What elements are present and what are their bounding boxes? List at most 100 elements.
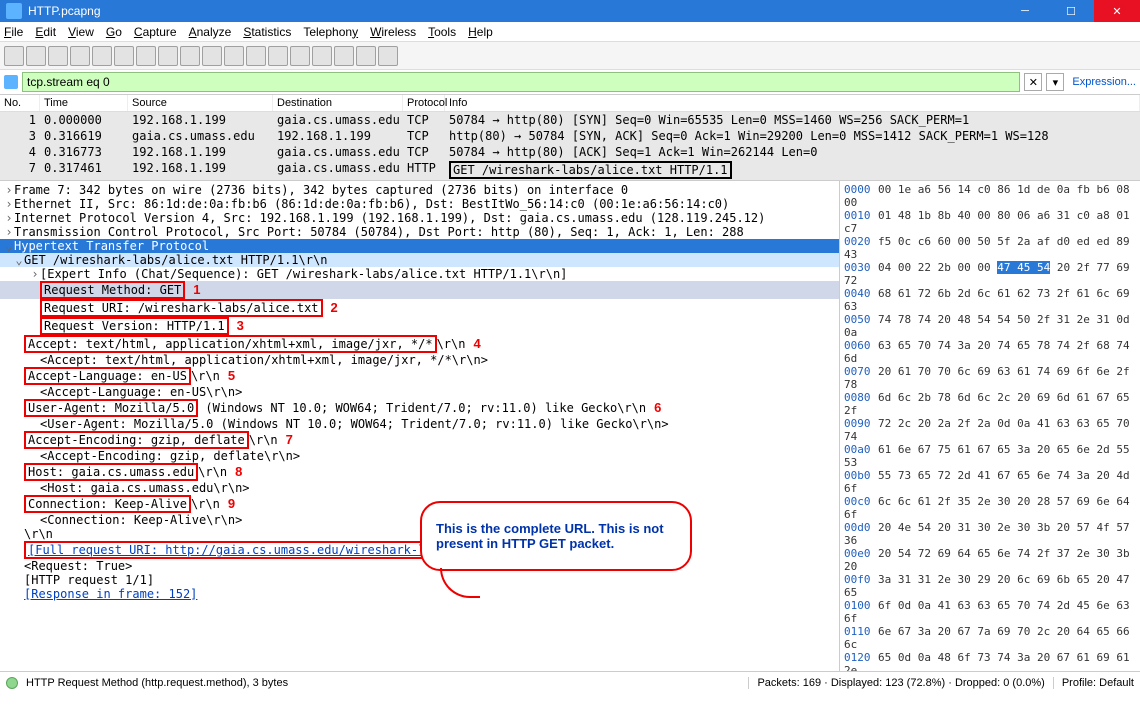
hex-line[interactable]: 00f03a 31 31 2e 30 29 20 6c 69 6b 65 20 … <box>844 573 1136 599</box>
toolbar-icon[interactable] <box>48 46 68 66</box>
toolbar-icon[interactable] <box>136 46 156 66</box>
menu-file[interactable]: File <box>4 25 23 39</box>
detail-request-true: <Request: True> <box>24 559 132 573</box>
detail-accept-lang[interactable]: Accept-Language: en-US <box>28 369 187 383</box>
filter-clear-button[interactable]: ✕ <box>1024 73 1042 91</box>
packet-row[interactable]: 10.000000192.168.1.199gaia.cs.umass.eduT… <box>0 112 1140 128</box>
hex-line[interactable]: 000000 1e a6 56 14 c0 86 1d de 0a fb b6 … <box>844 183 1136 209</box>
toolbar-icon[interactable] <box>268 46 288 66</box>
col-info[interactable]: Info <box>445 95 1140 111</box>
toolbar-icon[interactable] <box>92 46 112 66</box>
detail-get[interactable]: GET /wireshark-labs/alice.txt HTTP/1.1\r… <box>24 253 327 267</box>
packet-rows: 10.000000192.168.1.199gaia.cs.umass.eduT… <box>0 112 1140 180</box>
toolbar-icon[interactable] <box>70 46 90 66</box>
hex-line[interactable]: 00e020 54 72 69 64 65 6e 74 2f 37 2e 30 … <box>844 547 1136 573</box>
hex-line[interactable]: 01006f 0d 0a 41 63 63 65 70 74 2d 45 6e … <box>844 599 1136 625</box>
display-filter-bar: ✕ ▾ Expression... <box>0 70 1140 94</box>
detail-eth[interactable]: Ethernet II, Src: 86:1d:de:0a:fb:b6 (86:… <box>14 197 729 211</box>
detail-host-sub: <Host: gaia.cs.umass.edu\r\n> <box>40 481 250 495</box>
col-dst[interactable]: Destination <box>273 95 403 111</box>
detail-uri[interactable]: Request URI: /wireshark-labs/alice.txt <box>40 299 323 317</box>
display-filter-input[interactable] <box>22 72 1020 92</box>
detail-host[interactable]: Host: gaia.cs.umass.edu <box>28 465 194 479</box>
packet-bytes-pane[interactable]: 000000 1e a6 56 14 c0 86 1d de 0a fb b6 … <box>840 181 1140 671</box>
menu-capture[interactable]: Capture <box>134 25 177 39</box>
menu-wireless[interactable]: Wireless <box>370 25 416 39</box>
detail-expert[interactable]: [Expert Info (Chat/Sequence): GET /wires… <box>40 267 567 281</box>
col-no[interactable]: No. <box>0 95 40 111</box>
detail-tcp[interactable]: Transmission Control Protocol, Src Port:… <box>14 225 744 239</box>
toolbar-icon[interactable] <box>26 46 46 66</box>
packet-row[interactable]: 40.316773192.168.1.199gaia.cs.umass.eduT… <box>0 144 1140 160</box>
annotation-8: 8 <box>235 464 242 479</box>
minimize-button[interactable]: ─ <box>1002 0 1048 22</box>
filter-dropdown-button[interactable]: ▾ <box>1046 73 1064 91</box>
hex-line[interactable]: 00c06c 6c 61 2f 35 2e 30 20 28 57 69 6e … <box>844 495 1136 521</box>
hex-line[interactable]: 00d020 4e 54 20 31 30 2e 30 3b 20 57 4f … <box>844 521 1136 547</box>
col-src[interactable]: Source <box>128 95 273 111</box>
menu-go[interactable]: Go <box>106 25 122 39</box>
expert-info-icon[interactable] <box>6 677 18 689</box>
toolbar-icon[interactable] <box>312 46 332 66</box>
hex-line[interactable]: 003004 00 22 2b 00 00 47 45 54 20 2f 77 … <box>844 261 1136 287</box>
maximize-button[interactable]: ☐ <box>1048 0 1094 22</box>
toolbar-icon[interactable] <box>202 46 222 66</box>
col-proto[interactable]: Protocol <box>403 95 445 111</box>
hex-line[interactable]: 00806d 6c 2b 78 6d 6c 2c 20 69 6d 61 67 … <box>844 391 1136 417</box>
hex-line[interactable]: 01106e 67 3a 20 67 7a 69 70 2c 20 64 65 … <box>844 625 1136 651</box>
lower-panes: ›Frame 7: 342 bytes on wire (2736 bits),… <box>0 181 1140 671</box>
detail-accept-lang-sub: <Accept-Language: en-US\r\n> <box>40 385 242 399</box>
packet-row[interactable]: 70.317461192.168.1.199gaia.cs.umass.eduH… <box>0 160 1140 180</box>
close-button[interactable]: ✕ <box>1094 0 1140 22</box>
hex-line[interactable]: 00b055 73 65 72 2d 41 67 65 6e 74 3a 20 … <box>844 469 1136 495</box>
expression-button[interactable]: Expression... <box>1072 76 1136 88</box>
hex-line[interactable]: 007020 61 70 70 6c 69 63 61 74 69 6f 6e … <box>844 365 1136 391</box>
status-profile[interactable]: Profile: Default <box>1053 677 1134 689</box>
toolbar-icon[interactable] <box>114 46 134 66</box>
hex-line[interactable]: 0020f5 0c c6 60 00 50 5f 2a af d0 ed ed … <box>844 235 1136 261</box>
menu-edit[interactable]: Edit <box>35 25 56 39</box>
toolbar-icon[interactable] <box>334 46 354 66</box>
menu-view[interactable]: View <box>68 25 94 39</box>
packet-list-header: No. Time Source Destination Protocol Inf… <box>0 95 1140 112</box>
filter-icon[interactable] <box>4 75 18 89</box>
menu-tools[interactable]: Tools <box>428 25 456 39</box>
hex-line[interactable]: 00a061 6e 67 75 61 67 65 3a 20 65 6e 2d … <box>844 443 1136 469</box>
menu-statistics[interactable]: Statistics <box>243 25 291 39</box>
detail-method[interactable]: Request Method: GET <box>40 281 185 299</box>
menu-analyze[interactable]: Analyze <box>189 25 232 39</box>
menu-telephony[interactable]: Telephony <box>303 25 358 39</box>
menu-help[interactable]: Help <box>468 25 493 39</box>
toolbar-icon[interactable] <box>378 46 398 66</box>
toolbar-icon[interactable] <box>356 46 376 66</box>
detail-user-agent[interactable]: User-Agent: Mozilla/5.0 <box>28 401 194 415</box>
detail-connection[interactable]: Connection: Keep-Alive <box>28 497 187 511</box>
packet-row[interactable]: 30.316619gaia.cs.umass.edu192.168.1.199T… <box>0 128 1140 144</box>
detail-version[interactable]: Request Version: HTTP/1.1 <box>40 317 229 335</box>
detail-accept-enc[interactable]: Accept-Encoding: gzip, deflate <box>28 433 245 447</box>
hex-line[interactable]: 006063 65 70 74 3a 20 74 65 78 74 2f 68 … <box>844 339 1136 365</box>
detail-accept-enc-sub: <Accept-Encoding: gzip, deflate\r\n> <box>40 449 300 463</box>
toolbar-icon[interactable] <box>224 46 244 66</box>
detail-ip[interactable]: Internet Protocol Version 4, Src: 192.16… <box>14 211 765 225</box>
detail-http[interactable]: Hypertext Transfer Protocol <box>14 239 209 253</box>
status-packets: Packets: 169 · Displayed: 123 (72.8%) · … <box>748 677 1044 689</box>
detail-ua-sub: <User-Agent: Mozilla/5.0 (Windows NT 10.… <box>40 417 669 431</box>
hex-line[interactable]: 009072 2c 20 2a 2f 2a 0d 0a 41 63 63 65 … <box>844 417 1136 443</box>
hex-line[interactable]: 004068 61 72 6b 2d 6c 61 62 73 2f 61 6c … <box>844 287 1136 313</box>
hex-line[interactable]: 005074 78 74 20 48 54 54 50 2f 31 2e 31 … <box>844 313 1136 339</box>
detail-accept[interactable]: Accept: text/html, application/xhtml+xml… <box>28 337 433 351</box>
toolbar-icon[interactable] <box>246 46 266 66</box>
hex-line[interactable]: 012065 0d 0a 48 6f 73 74 3a 20 67 61 69 … <box>844 651 1136 671</box>
detail-response-frame[interactable]: [Response in frame: 152] <box>24 587 197 601</box>
status-bar: HTTP Request Method (http.request.method… <box>0 671 1140 693</box>
col-time[interactable]: Time <box>40 95 128 111</box>
hex-line[interactable]: 001001 48 1b 8b 40 00 80 06 a6 31 c0 a8 … <box>844 209 1136 235</box>
packet-list-pane: No. Time Source Destination Protocol Inf… <box>0 94 1140 181</box>
toolbar-icon[interactable] <box>290 46 310 66</box>
toolbar-icon[interactable] <box>158 46 178 66</box>
packet-details-pane[interactable]: ›Frame 7: 342 bytes on wire (2736 bits),… <box>0 181 840 671</box>
toolbar-icon[interactable] <box>180 46 200 66</box>
toolbar-icon[interactable] <box>4 46 24 66</box>
detail-frame[interactable]: Frame 7: 342 bytes on wire (2736 bits), … <box>14 183 628 197</box>
